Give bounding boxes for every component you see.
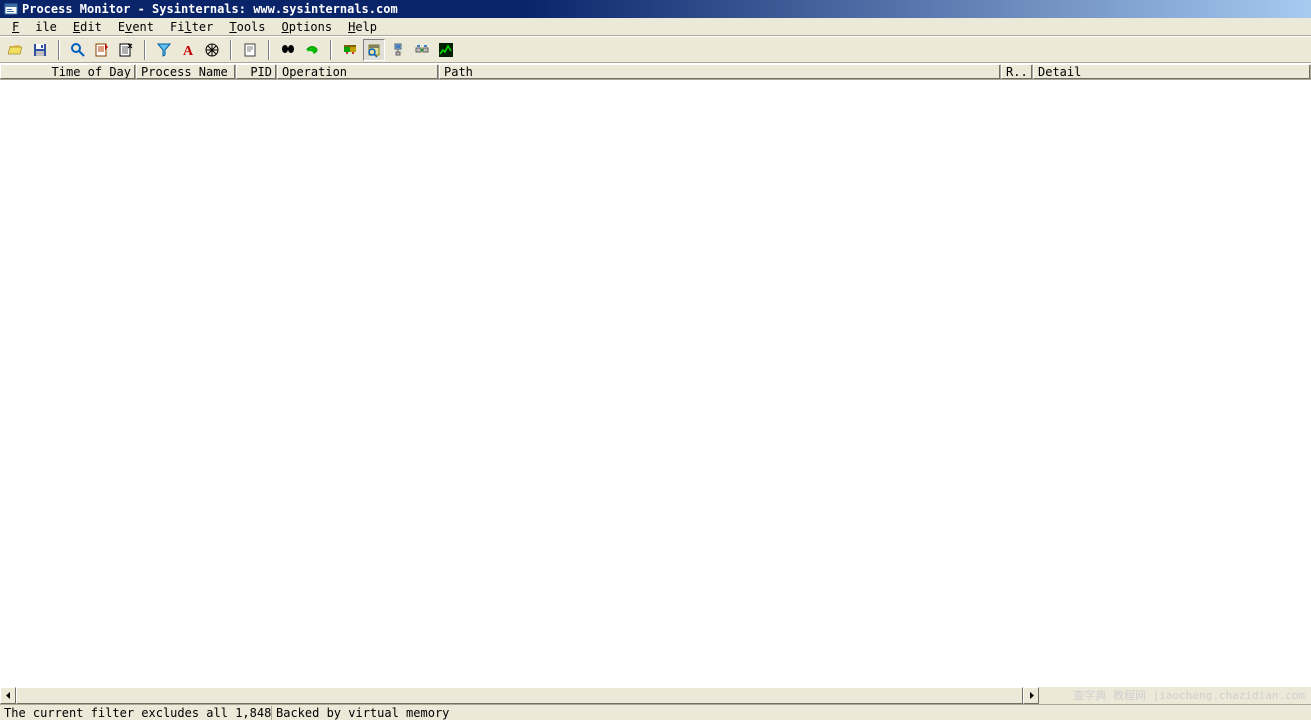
toolbar: A: [0, 36, 1311, 63]
menu-bar: File Edit Event Filter Tools Options Hel…: [0, 18, 1311, 36]
col-detail[interactable]: Detail: [1033, 64, 1311, 79]
find-button[interactable]: [277, 39, 299, 61]
menu-event[interactable]: Event: [110, 20, 162, 34]
col-op[interactable]: Operation: [277, 64, 439, 79]
show-registry-button[interactable]: [339, 39, 361, 61]
show-profiling-button[interactable]: [435, 39, 457, 61]
scroll-right-button[interactable]: [1023, 687, 1039, 704]
include-process-button[interactable]: [201, 39, 223, 61]
column-header-row: Time of Day Process Name PID Operation P…: [0, 63, 1311, 80]
jump-to-button[interactable]: [301, 39, 323, 61]
menu-options[interactable]: Options: [274, 20, 341, 34]
menu-edit[interactable]: Edit: [65, 20, 110, 34]
menu-file[interactable]: File: [4, 20, 65, 34]
app-icon: [4, 2, 18, 16]
status-bar: The current filter excludes all 1,848,64…: [0, 704, 1311, 720]
scroll-track[interactable]: [16, 687, 1023, 704]
menu-tools[interactable]: Tools: [221, 20, 273, 34]
status-filter-text: The current filter excludes all 1,848,64…: [0, 706, 272, 720]
window-title: Process Monitor - Sysinternals: www.sysi…: [22, 2, 398, 16]
save-button[interactable]: [29, 39, 51, 61]
toolbar-separator: [330, 40, 332, 60]
show-process-button[interactable]: [411, 39, 433, 61]
show-network-button[interactable]: [387, 39, 409, 61]
title-bar: Process Monitor - Sysinternals: www.sysi…: [0, 0, 1311, 18]
toolbar-separator: [58, 40, 60, 60]
status-backing-text: Backed by virtual memory: [272, 706, 453, 720]
col-time[interactable]: Time of Day: [0, 64, 136, 79]
col-pid[interactable]: PID: [236, 64, 277, 79]
col-process[interactable]: Process Name: [136, 64, 236, 79]
scroll-left-button[interactable]: [0, 687, 16, 704]
autoscroll-button[interactable]: [91, 39, 113, 61]
highlight-button[interactable]: A: [177, 39, 199, 61]
horizontal-scrollbar: [0, 687, 1311, 704]
capture-button[interactable]: [67, 39, 89, 61]
col-result[interactable]: R..: [1001, 64, 1033, 79]
scrollbar-dead-area: [1039, 687, 1311, 704]
event-properties-button[interactable]: [239, 39, 261, 61]
toolbar-separator: [144, 40, 146, 60]
scroll-thumb[interactable]: [16, 687, 1023, 704]
clear-button[interactable]: [115, 39, 137, 61]
filter-button[interactable]: [153, 39, 175, 61]
menu-filter[interactable]: Filter: [162, 20, 221, 34]
svg-text:A: A: [183, 44, 194, 58]
show-file-button[interactable]: [363, 39, 385, 61]
toolbar-separator: [230, 40, 232, 60]
open-button[interactable]: [5, 39, 27, 61]
menu-help[interactable]: Help: [340, 20, 385, 34]
event-list[interactable]: [0, 80, 1311, 687]
col-path[interactable]: Path: [439, 64, 1001, 79]
toolbar-separator: [268, 40, 270, 60]
